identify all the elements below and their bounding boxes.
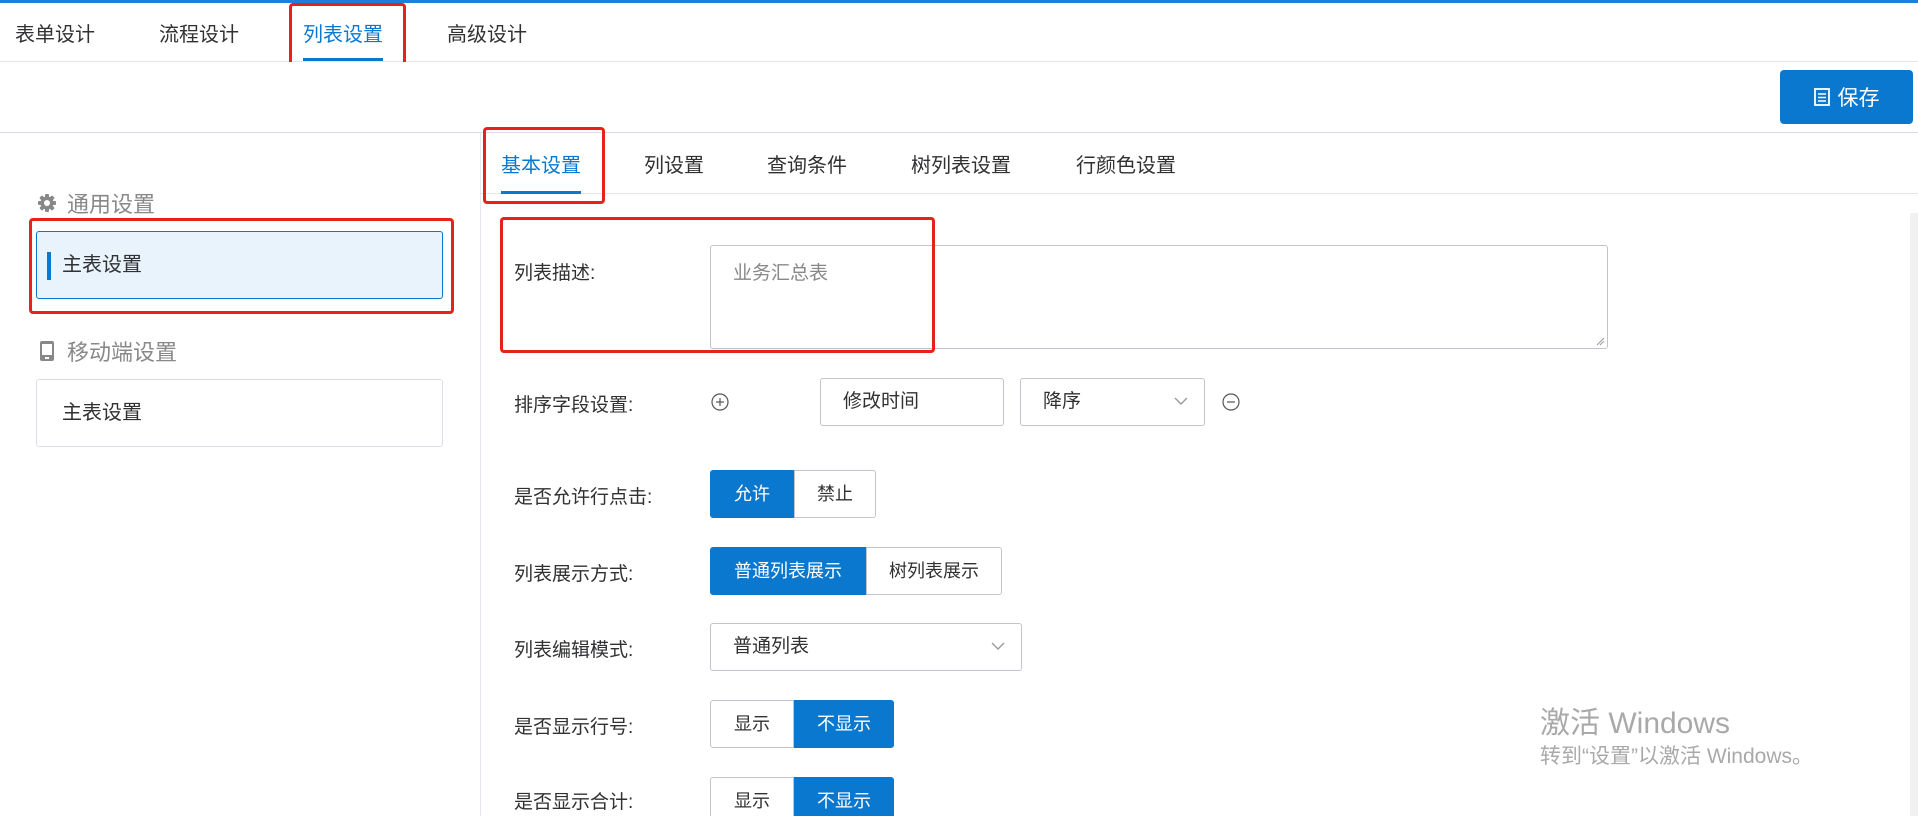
row-number-toggle: 显示 不显示 — [710, 700, 894, 748]
general-settings-label: 通用设置 — [67, 192, 156, 217]
resize-grip-icon[interactable] — [1595, 336, 1605, 346]
description-label: 列表描述: — [514, 263, 596, 284]
mobile-icon — [40, 341, 54, 361]
sidebar-item-main-table-settings[interactable]: 主表设置 — [36, 231, 443, 299]
show-total-button[interactable]: 显示 — [710, 777, 794, 816]
chevron-down-icon — [991, 642, 1005, 650]
scrollbar[interactable] — [1910, 213, 1918, 816]
add-circle-icon[interactable] — [711, 393, 729, 411]
sort-order-value: 降序 — [1043, 391, 1082, 412]
top-nav: 表单设计 流程设计 列表设置 高级设计 — [0, 3, 1918, 62]
sort-field-input[interactable]: 修改时间 — [820, 378, 1004, 426]
chevron-down-icon — [1174, 397, 1188, 405]
save-label: 保存 — [1837, 87, 1880, 110]
tab-flow-design[interactable]: 流程设计 — [159, 3, 239, 61]
total-toggle: 显示 不显示 — [710, 777, 894, 825]
show-row-number-button[interactable]: 显示 — [710, 700, 794, 748]
edit-mode-label: 列表编辑模式: — [514, 640, 634, 661]
sort-field-label: 排序字段设置: — [514, 395, 634, 416]
row-number-label: 是否显示行号: — [514, 717, 634, 738]
description-value: 业务汇总表 — [733, 263, 829, 284]
tab-tree-list-settings[interactable]: 树列表设置 — [911, 133, 1011, 193]
sort-order-select[interactable]: 降序 — [1020, 378, 1205, 426]
activation-watermark-title: 激活 Windows — [1540, 707, 1731, 740]
forbid-button[interactable]: 禁止 — [794, 470, 876, 518]
tab-advanced-design[interactable]: 高级设计 — [447, 3, 527, 61]
sub-tabs: 基本设置 列设置 查询条件 树列表设置 行颜色设置 — [481, 133, 1918, 194]
tab-form-design[interactable]: 表单设计 — [15, 3, 95, 61]
display-mode-toggle: 普通列表展示 树列表展示 — [710, 547, 1002, 595]
allow-button[interactable]: 允许 — [710, 470, 794, 518]
description-textarea[interactable]: 业务汇总表 — [710, 245, 1608, 349]
hide-row-number-button[interactable]: 不显示 — [794, 700, 894, 748]
general-settings-title: 通用设置 — [37, 187, 155, 219]
tab-query-conditions[interactable]: 查询条件 — [767, 133, 847, 193]
hide-total-button[interactable]: 不显示 — [794, 777, 894, 816]
tab-column-settings[interactable]: 列设置 — [644, 133, 704, 193]
edit-mode-value: 普通列表 — [733, 636, 810, 657]
tab-basic-settings[interactable]: 基本设置 — [501, 133, 581, 194]
edit-mode-select[interactable]: 普通列表 — [710, 623, 1022, 671]
document-icon — [1813, 88, 1830, 106]
tab-row-color-settings[interactable]: 行颜色设置 — [1076, 133, 1176, 193]
row-click-toggle: 允许 禁止 — [710, 470, 876, 518]
tab-list-settings[interactable]: 列表设置 — [303, 3, 383, 61]
normal-list-button[interactable]: 普通列表展示 — [710, 547, 866, 595]
sidebar-item-mobile-main-table-settings[interactable]: 主表设置 — [36, 379, 443, 447]
save-button[interactable]: 保存 — [1780, 70, 1913, 124]
gear-icon — [38, 194, 56, 212]
toolbar — [0, 62, 1918, 133]
remove-circle-icon[interactable] — [1222, 393, 1240, 411]
mobile-settings-label: 移动端设置 — [67, 340, 178, 365]
row-click-label: 是否允许行点击: — [514, 487, 653, 508]
mobile-settings-title: 移动端设置 — [37, 335, 177, 367]
total-label: 是否显示合计: — [514, 792, 634, 813]
tree-list-button[interactable]: 树列表展示 — [866, 547, 1002, 595]
display-mode-label: 列表展示方式: — [514, 564, 634, 585]
activation-watermark-subtitle: 转到“设置”以激活 Windows。 — [1540, 745, 1814, 768]
